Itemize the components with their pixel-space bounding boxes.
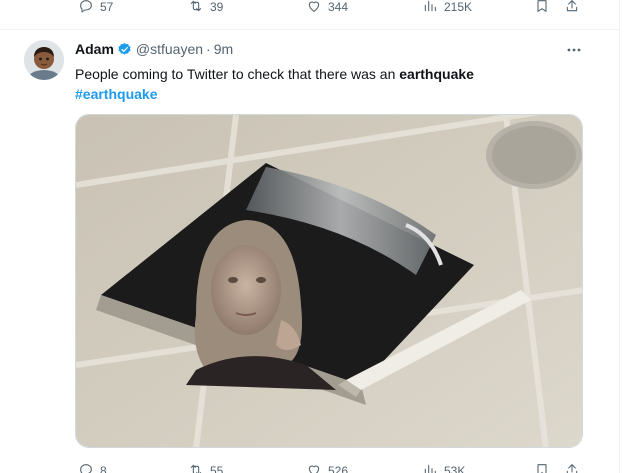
tweet-divider [0, 29, 620, 30]
retweet-icon [188, 462, 204, 473]
author-display-name[interactable]: Adam [75, 41, 114, 57]
verified-badge-icon [117, 42, 132, 57]
tweet-action-bar: 8 55 526 53K [78, 461, 588, 473]
like-button[interactable]: 526 [306, 461, 348, 473]
tweet-header: Adam @stfuayen · 9m [75, 41, 233, 57]
views-button[interactable]: 53K [422, 461, 465, 473]
tweet-media-image[interactable] [75, 114, 583, 448]
bookmark-icon [534, 462, 550, 473]
author-handle[interactable]: @stfuayen [136, 41, 203, 57]
retweet-count: 55 [210, 464, 224, 473]
bookmark-button[interactable] [534, 461, 550, 473]
hashtag-link[interactable]: #earthquake [75, 84, 157, 104]
previous-tweet-action-bar: 57 39 344 215K [78, 0, 588, 17]
reply-count: 57 [100, 0, 114, 14]
share-button[interactable] [564, 461, 580, 473]
share-button[interactable] [564, 0, 580, 17]
retweet-icon [188, 0, 204, 17]
bookmark-icon [534, 0, 550, 17]
column-border [619, 0, 620, 473]
reply-button[interactable]: 57 [78, 0, 113, 17]
views-chart-icon [422, 0, 438, 17]
views-count: 215K [444, 0, 473, 14]
avatar[interactable] [24, 40, 64, 80]
tweet-text: People coming to Twitter to check that t… [75, 64, 595, 84]
separator-dot: · [206, 41, 211, 57]
tweet-text-bold: earthquake [399, 66, 474, 82]
views-chart-icon [422, 462, 438, 473]
share-icon [564, 462, 580, 473]
retweet-button[interactable]: 55 [188, 461, 223, 473]
views-count: 53K [444, 464, 466, 473]
share-icon [564, 0, 580, 17]
reply-button[interactable]: 8 [78, 461, 107, 473]
like-button[interactable]: 344 [306, 0, 348, 17]
heart-icon [306, 462, 322, 473]
reply-count: 8 [100, 464, 107, 473]
tweet-timestamp[interactable]: 9m [214, 41, 233, 57]
tweet-text-main: People coming to Twitter to check that t… [75, 66, 400, 82]
reply-icon [78, 0, 94, 17]
retweet-button[interactable]: 39 [188, 0, 223, 17]
heart-icon [306, 0, 322, 17]
views-button[interactable]: 215K [422, 0, 472, 17]
more-options-icon[interactable] [565, 43, 583, 57]
reply-icon [78, 462, 94, 473]
like-count: 344 [328, 0, 349, 14]
like-count: 526 [328, 464, 349, 473]
bookmark-button[interactable] [534, 0, 550, 17]
retweet-count: 39 [210, 0, 224, 14]
